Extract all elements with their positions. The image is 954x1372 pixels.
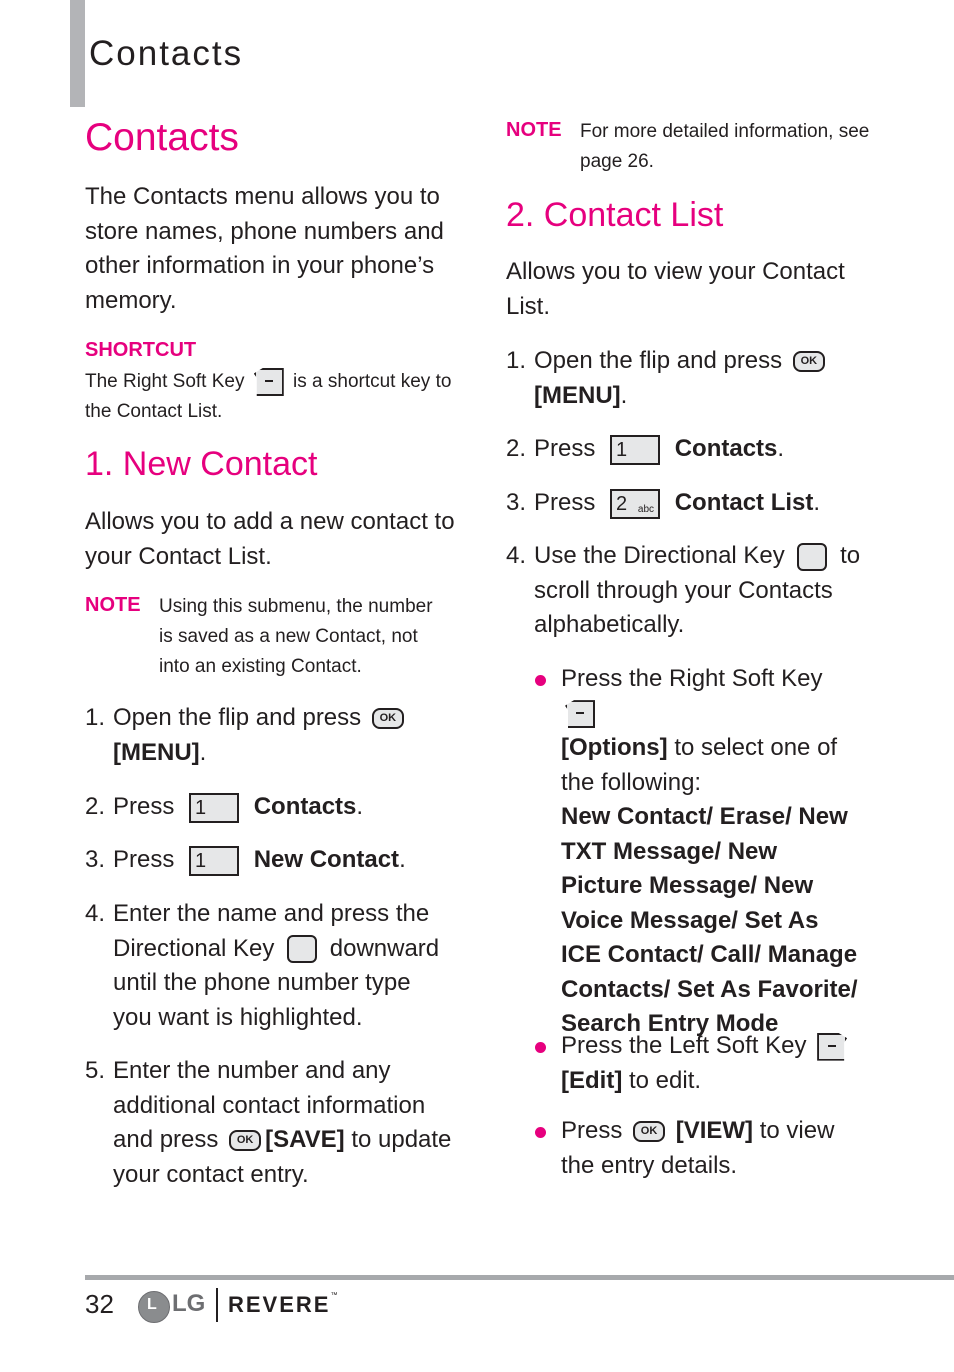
step-number: 4. <box>85 900 106 927</box>
step-1: 1. Open the flip and press OK [MENU]. <box>85 701 455 770</box>
note-text: For more detailed information, see page … <box>580 121 870 172</box>
step-bold: [MENU] <box>534 381 621 409</box>
step-4: 4. Enter the name and press the Directio… <box>85 897 455 1035</box>
step-2: 2. Press 1 Contacts. <box>506 432 876 467</box>
ok-key-icon: OK <box>371 708 404 730</box>
step-1: 1. Open the flip and press OK [MENU]. <box>506 344 876 413</box>
bullet-text: Press <box>561 1117 623 1144</box>
note-text: Using this submenu, the number is saved … <box>159 596 433 677</box>
step-bold: New Contact <box>253 846 400 873</box>
step-text-after: . <box>399 846 406 873</box>
section-heading-contact-list: 2. Contact List <box>506 196 724 234</box>
step-text: Press <box>534 435 596 462</box>
bullet-options: Press the Right Soft Key [Options] to se… <box>535 662 861 1042</box>
bullet-bold: [Options] <box>561 734 668 761</box>
shortcut-text: The Right Soft Key is a shortcut key to … <box>85 367 455 427</box>
step-bold: Contacts <box>674 435 778 462</box>
step-number: 4. <box>506 542 527 569</box>
section-tab-bar <box>70 0 85 107</box>
bullet-view: Press OK [VIEW] to view the entry detail… <box>535 1114 871 1183</box>
bullet-text: Press the Left Soft Key <box>561 1032 807 1059</box>
note-label: NOTE <box>85 594 141 616</box>
bullet-dot <box>535 675 546 686</box>
directional-key-icon <box>287 935 318 964</box>
right-soft-key-icon <box>565 700 595 729</box>
step-text-after: . <box>620 381 628 409</box>
lg-logo-icon: L <box>138 1291 170 1323</box>
key-2-abc-icon: 2 abc <box>610 488 661 519</box>
step-text-after: . <box>777 435 785 462</box>
step-number: 1. <box>506 347 527 374</box>
bullet-text-after: to edit. <box>628 1066 702 1094</box>
step-text: Press <box>534 489 596 516</box>
step-2: 2. Press 1 Contacts. <box>85 790 455 825</box>
bullet-bold: [VIEW] <box>675 1117 754 1144</box>
step-text-after: . <box>813 489 821 516</box>
right-soft-key-icon <box>253 367 284 396</box>
new-contact-intro: Allows you to add a new contact to your … <box>85 508 455 570</box>
page-number: 32 <box>85 1289 114 1319</box>
page-title: Contacts <box>85 116 239 159</box>
step-text: Press <box>113 846 175 873</box>
bullet-dot <box>535 1127 546 1138</box>
key-1-icon: 1 <box>610 434 661 465</box>
bullet-bold: [Edit] <box>561 1066 623 1094</box>
step-text: Open the flip and press <box>113 704 362 731</box>
step-number: 3. <box>85 846 106 873</box>
key-1-icon: 1 <box>189 845 240 876</box>
step-number: 3. <box>506 489 527 516</box>
footer-rule <box>85 1275 954 1280</box>
options-list: New Contact/ Erase/ New TXT Message/ New… <box>561 803 858 1037</box>
ok-key-icon: OK <box>792 351 825 373</box>
step-bold: Contact List <box>674 489 814 516</box>
bullet-edit: Press the Left Soft Key [Edit] to edit. <box>535 1029 861 1098</box>
bullet-dot <box>535 1042 546 1053</box>
step-5: 5. Enter the number and any additional c… <box>85 1054 455 1192</box>
step-text: Press <box>113 793 175 820</box>
ok-key-icon: OK <box>229 1130 262 1152</box>
step-bold: [MENU] <box>113 738 200 766</box>
section-heading-new-contact: 1. New Contact <box>85 445 318 483</box>
shortcut-text-before: The Right Soft Key <box>85 371 245 392</box>
step-text-after: . <box>199 738 207 766</box>
step-text: Open the flip and press <box>534 347 783 374</box>
step-3: 3. Press 2 abc Contact List. <box>506 486 876 521</box>
step-text: Use the Directional Key <box>534 542 785 569</box>
step-3: 3. Press 1 New Contact. <box>85 843 455 878</box>
key-1-icon: 1 <box>189 792 240 823</box>
ok-key-icon: OK <box>633 1121 666 1143</box>
shortcut-label: SHORTCUT <box>85 339 197 361</box>
step-number: 1. <box>85 704 106 731</box>
brand-separator <box>216 1288 218 1322</box>
intro-paragraph: The Contacts menu allows you to store na… <box>85 183 444 314</box>
step-number: 5. <box>85 1057 106 1084</box>
step-text-after: . <box>356 793 364 820</box>
note-label: NOTE <box>506 119 562 141</box>
running-head: Contacts <box>89 34 244 73</box>
left-soft-key-icon <box>817 1032 848 1061</box>
step-bold: [SAVE] <box>265 1126 345 1153</box>
lg-logo-text: LG <box>172 1290 206 1317</box>
step-4: 4. Use the Directional Key to scroll thr… <box>506 539 876 643</box>
step-number: 2. <box>506 435 527 462</box>
step-number: 2. <box>85 793 106 820</box>
step-bold: Contacts <box>253 793 357 820</box>
product-brand: REVERE™ <box>228 1292 340 1317</box>
bullet-text: Press the Right Soft Key <box>561 665 823 692</box>
contact-list-intro: Allows you to view your Contact List. <box>506 258 845 320</box>
directional-key-icon <box>797 542 828 571</box>
